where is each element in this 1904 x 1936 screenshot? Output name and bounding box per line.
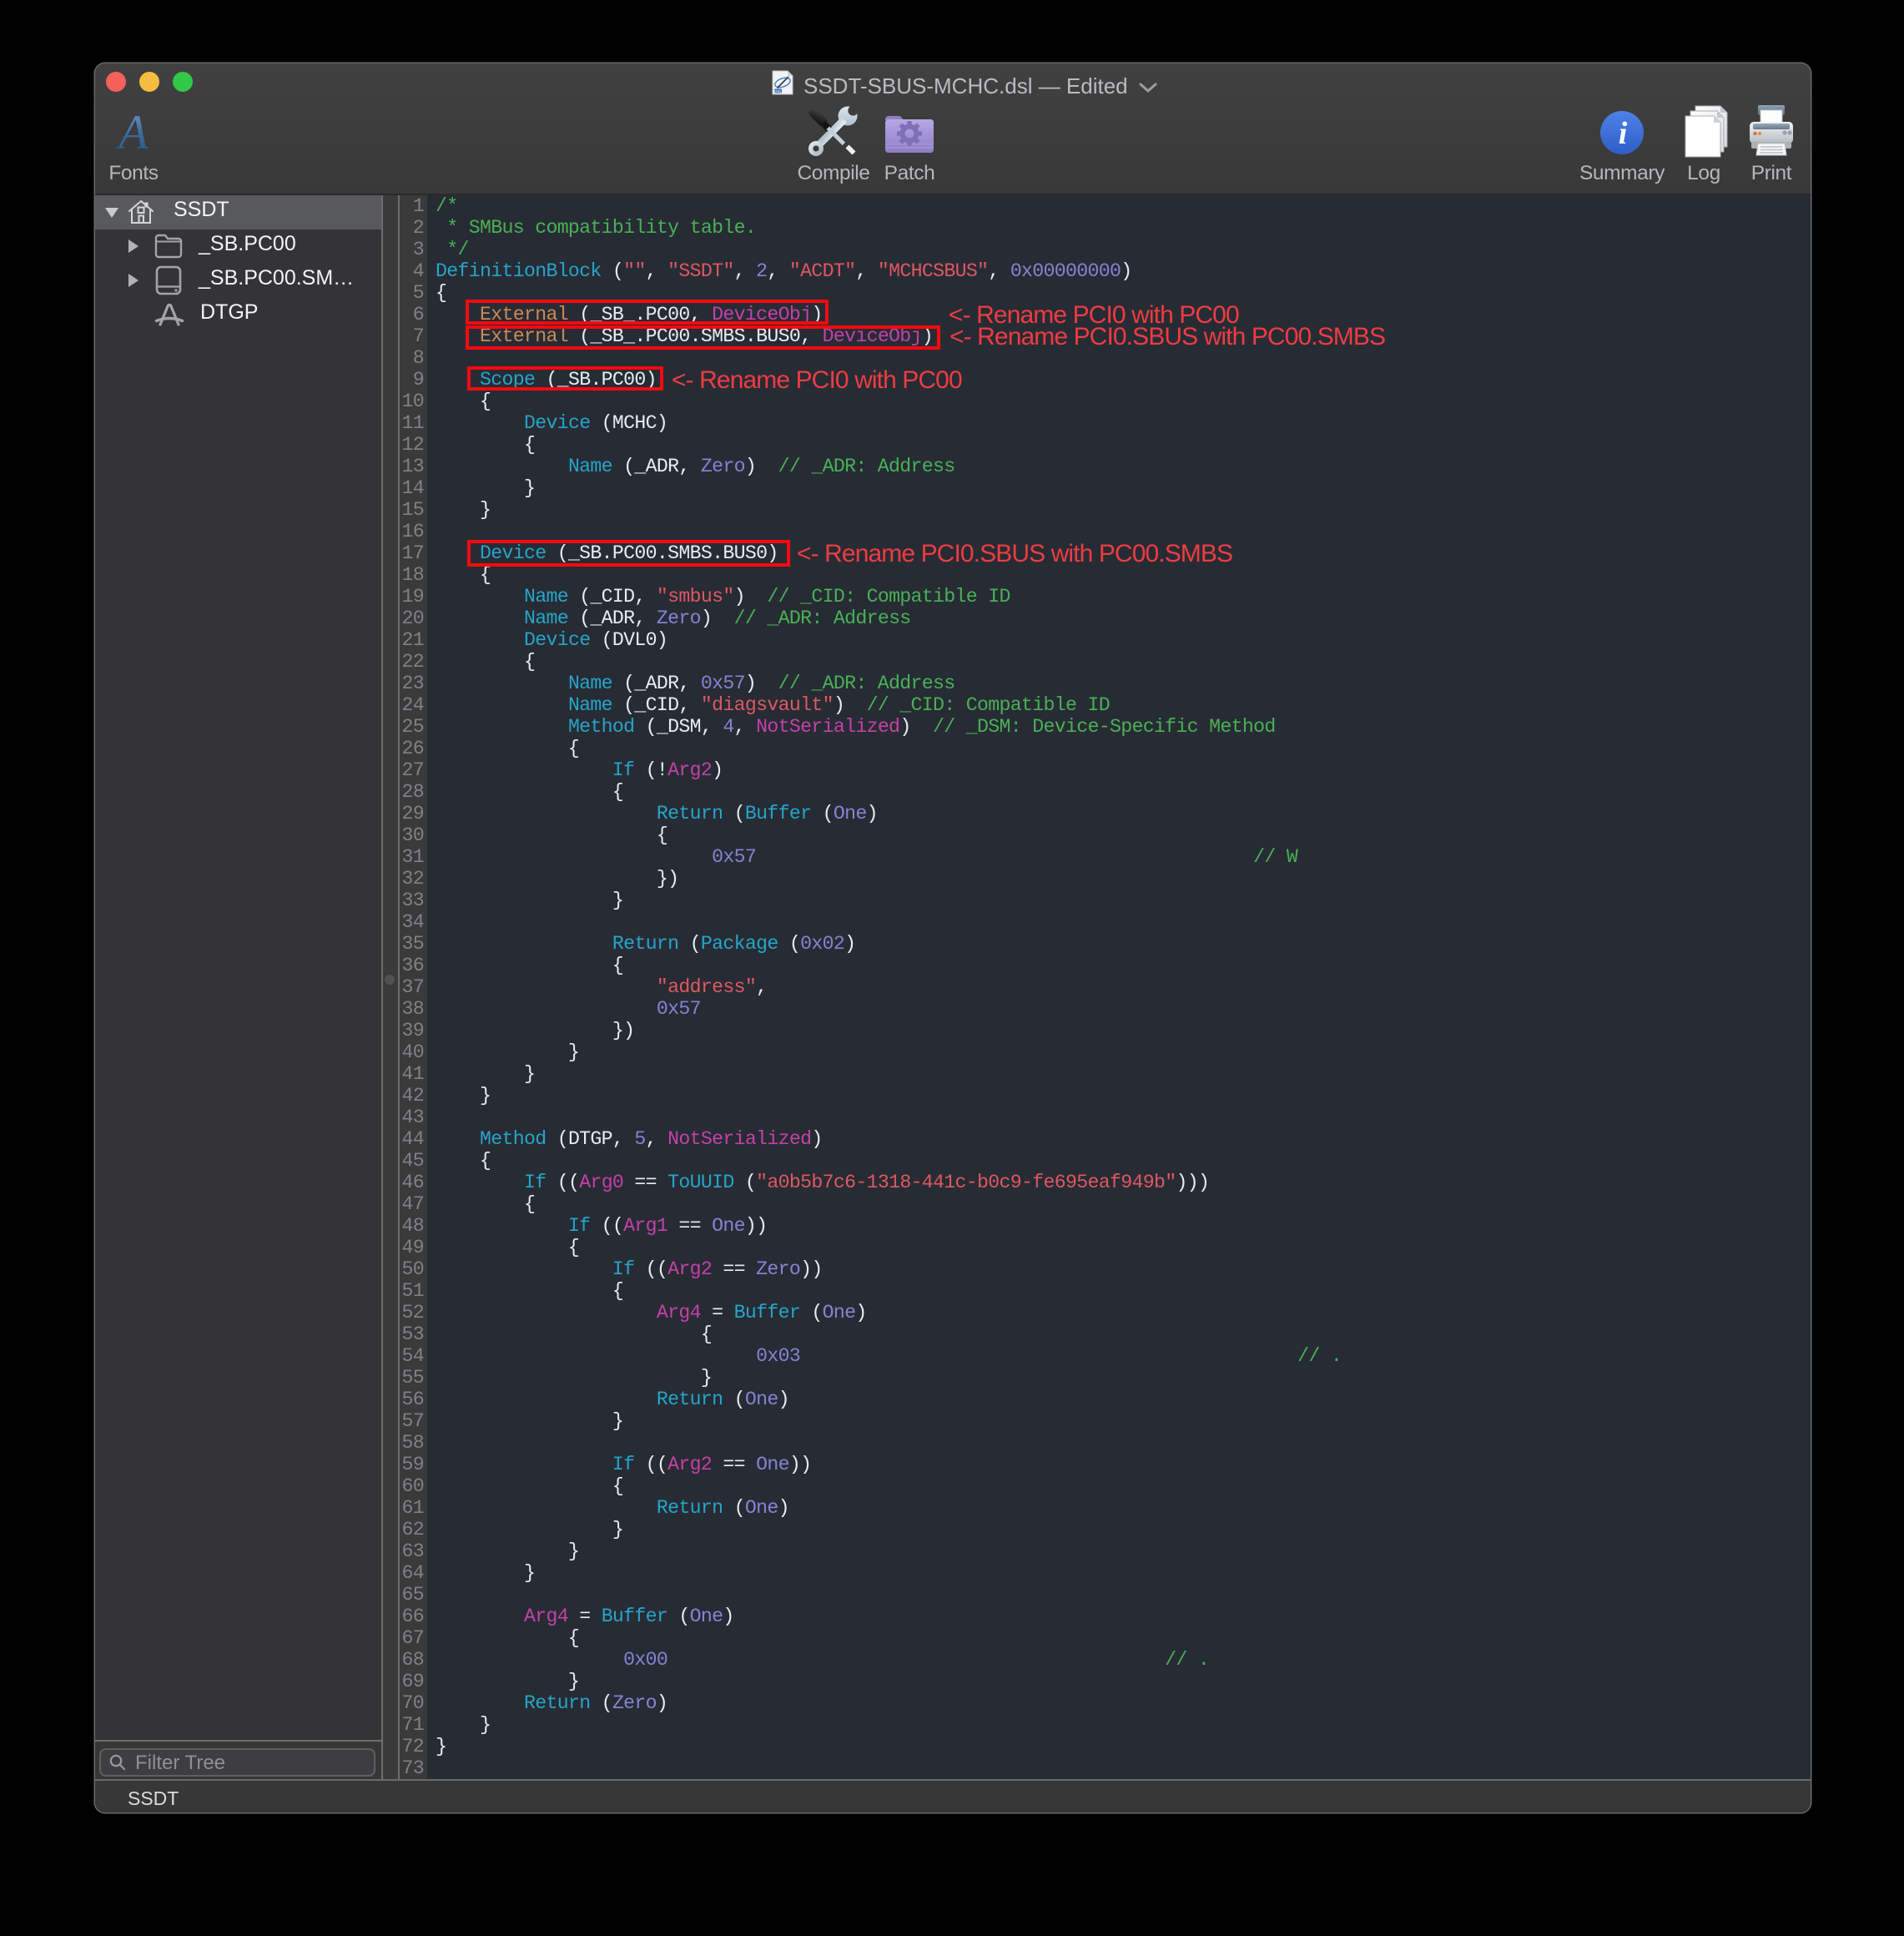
svg-text:i: i <box>1619 116 1628 151</box>
svg-text:A: A <box>115 110 149 159</box>
svg-text:DSL: DSL <box>774 89 782 93</box>
